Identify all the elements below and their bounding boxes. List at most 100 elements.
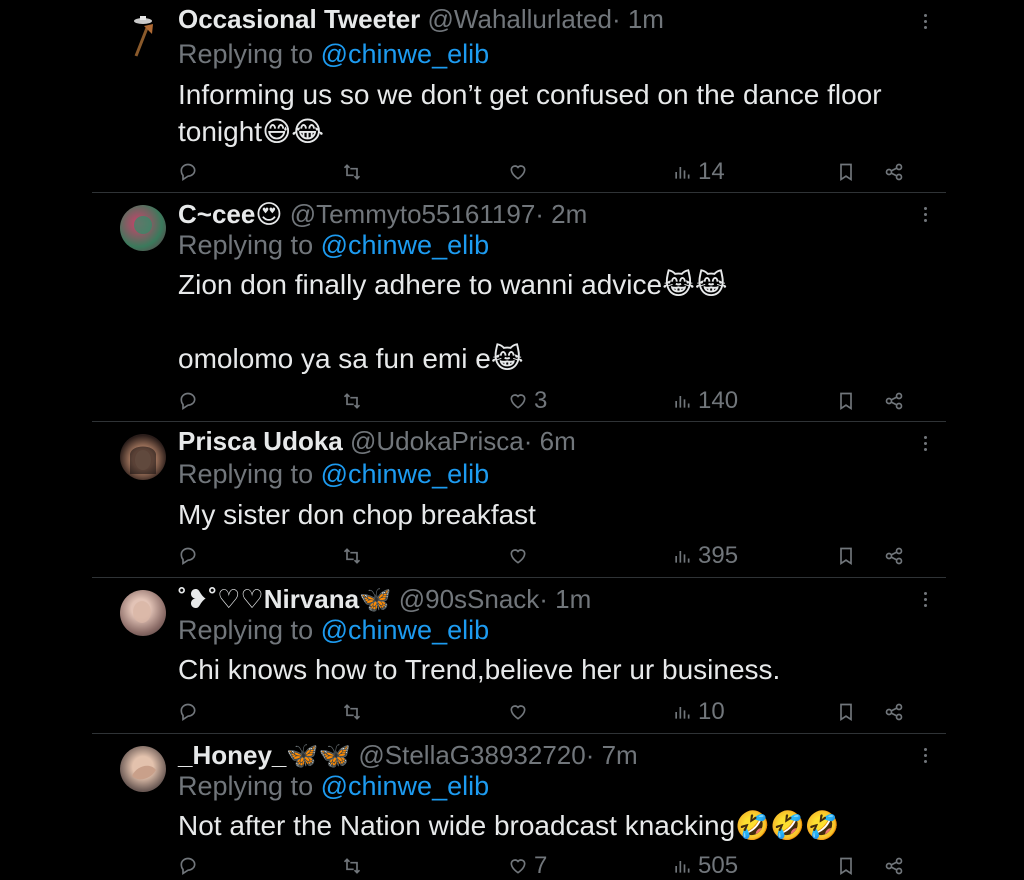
bookmark-icon [840,392,852,411]
avatar[interactable] [120,590,166,636]
profile-photo [134,216,152,234]
tweet-header: C~cee😍 @Temmyto55161197· 2m [178,199,587,229]
like-count: 7 [534,852,548,879]
heart-icon [510,549,526,564]
views-button[interactable]: 395 [672,542,738,570]
timestamp[interactable]: · 1m [539,584,591,614]
mention-link[interactable]: @chinwe_elib [321,459,490,489]
like-button[interactable] [508,698,534,726]
display-name[interactable]: Occasional Tweeter [178,4,420,34]
tweet[interactable]: Prisca Udoka @UdokaPrisca· 6m Replying t… [92,422,946,578]
like-button[interactable]: 7 [508,852,547,880]
avatar[interactable] [120,746,166,792]
tweet[interactable]: ˚❥˚♡♡Nirvana🦋 @90sSnack· 1m Replying to … [92,578,946,734]
tweet-text: Not after the Nation wide broadcast knac… [178,810,840,841]
repost-button[interactable] [342,542,368,570]
display-name[interactable]: _Honey_ [178,740,286,770]
share-button[interactable] [884,158,904,186]
like-button[interactable]: 3 [508,387,547,415]
view-count: 395 [698,542,739,569]
tweet-text: Chi knows how to Trend,believe her ur bu… [178,654,781,685]
user-handle[interactable]: @90sSnack [399,584,540,614]
more-options-icon[interactable] [922,207,928,223]
avatar[interactable] [120,434,166,480]
reply-button[interactable] [178,542,204,570]
bookmark-button[interactable] [836,542,856,570]
views-button[interactable]: 10 [672,698,725,726]
mention-link[interactable]: @chinwe_elib [321,615,490,645]
timestamp[interactable]: · 7m [586,740,638,770]
share-button[interactable] [884,852,904,880]
repost-icon [343,164,361,180]
tweet[interactable]: _Honey_🦋🦋 @StellaG38932720· 7m Replying … [92,734,946,879]
axe-icon [134,16,153,57]
user-handle[interactable]: @UdokaPrisca [350,426,524,456]
replying-to: Replying to @chinwe_elib [178,458,489,490]
reply-icon [180,547,196,566]
tweet-actions: 7 505 [178,852,918,880]
more-options-icon[interactable] [922,748,928,764]
share-button[interactable] [884,542,904,570]
more-options-icon[interactable] [922,14,928,30]
tweet[interactable]: C~cee😍 @Temmyto55161197· 2m Replying to … [92,193,946,422]
mention-link[interactable]: @chinwe_elib [321,771,490,801]
reply-icon [180,857,196,876]
tweet-actions: 14 [178,158,918,186]
user-handle[interactable]: @Temmyto55161197 [290,199,536,229]
timestamp[interactable]: · 6m [524,426,576,456]
reply-button[interactable] [178,698,204,726]
like-count: 3 [534,387,548,414]
user-handle[interactable]: @StellaG38932720 [358,740,585,770]
share-button[interactable] [884,387,904,415]
tweet-text: Zion don finally adhere to wanni advice😹… [178,269,728,374]
views-button[interactable]: 14 [672,158,725,186]
view-count: 10 [698,698,725,725]
user-handle[interactable]: @Wahallurlated [428,4,612,34]
display-name[interactable]: Prisca Udoka [178,426,343,456]
bookmark-button[interactable] [836,387,856,415]
mention-link[interactable]: @chinwe_elib [321,230,490,260]
repost-button[interactable] [342,387,368,415]
bookmark-icon [840,163,852,182]
mention-link[interactable]: @chinwe_elib [321,39,490,69]
repost-icon [343,548,361,564]
timestamp[interactable]: · 1m [612,4,664,34]
bookmark-icon [840,857,852,876]
views-icon [675,707,690,719]
tweet-header: Occasional Tweeter @Wahallurlated· 1m [178,4,664,34]
tweet-actions: 3 140 [178,387,918,415]
reply-button[interactable] [178,387,204,415]
views-button[interactable]: 505 [672,852,738,880]
reply-button[interactable] [178,158,204,186]
share-button[interactable] [884,698,904,726]
more-options-icon[interactable] [922,436,928,452]
tweet-actions: 395 [178,542,918,570]
repost-button[interactable] [342,158,368,186]
avatar[interactable] [120,205,166,251]
repost-icon [343,704,361,720]
share-icon [885,392,903,410]
views-button[interactable]: 140 [672,387,738,415]
repost-button[interactable] [342,852,368,880]
bookmark-button[interactable] [836,698,856,726]
tweet-actions: 10 [178,698,918,726]
repost-icon [343,858,361,874]
bookmark-button[interactable] [836,158,856,186]
reply-button[interactable] [178,852,204,880]
replying-to: Replying to @chinwe_elib [178,770,489,802]
replying-to-label: Replying to [178,771,314,801]
repost-button[interactable] [342,698,368,726]
display-name[interactable]: C~cee [178,199,255,229]
views-icon [675,396,690,408]
reply-feed: Occasional Tweeter @Wahallurlated· 1m Re… [92,0,946,879]
like-button[interactable] [508,542,534,570]
timestamp[interactable]: · 2m [535,199,587,229]
tweet[interactable]: Occasional Tweeter @Wahallurlated· 1m Re… [92,0,946,193]
more-options-icon[interactable] [922,592,928,608]
tweet-text: My sister don chop breakfast [178,499,536,530]
like-button[interactable] [508,158,534,186]
avatar[interactable] [120,12,166,58]
heart-icon [510,859,526,874]
display-name[interactable]: ˚❥˚♡♡Nirvana [178,584,359,614]
bookmark-button[interactable] [836,852,856,880]
